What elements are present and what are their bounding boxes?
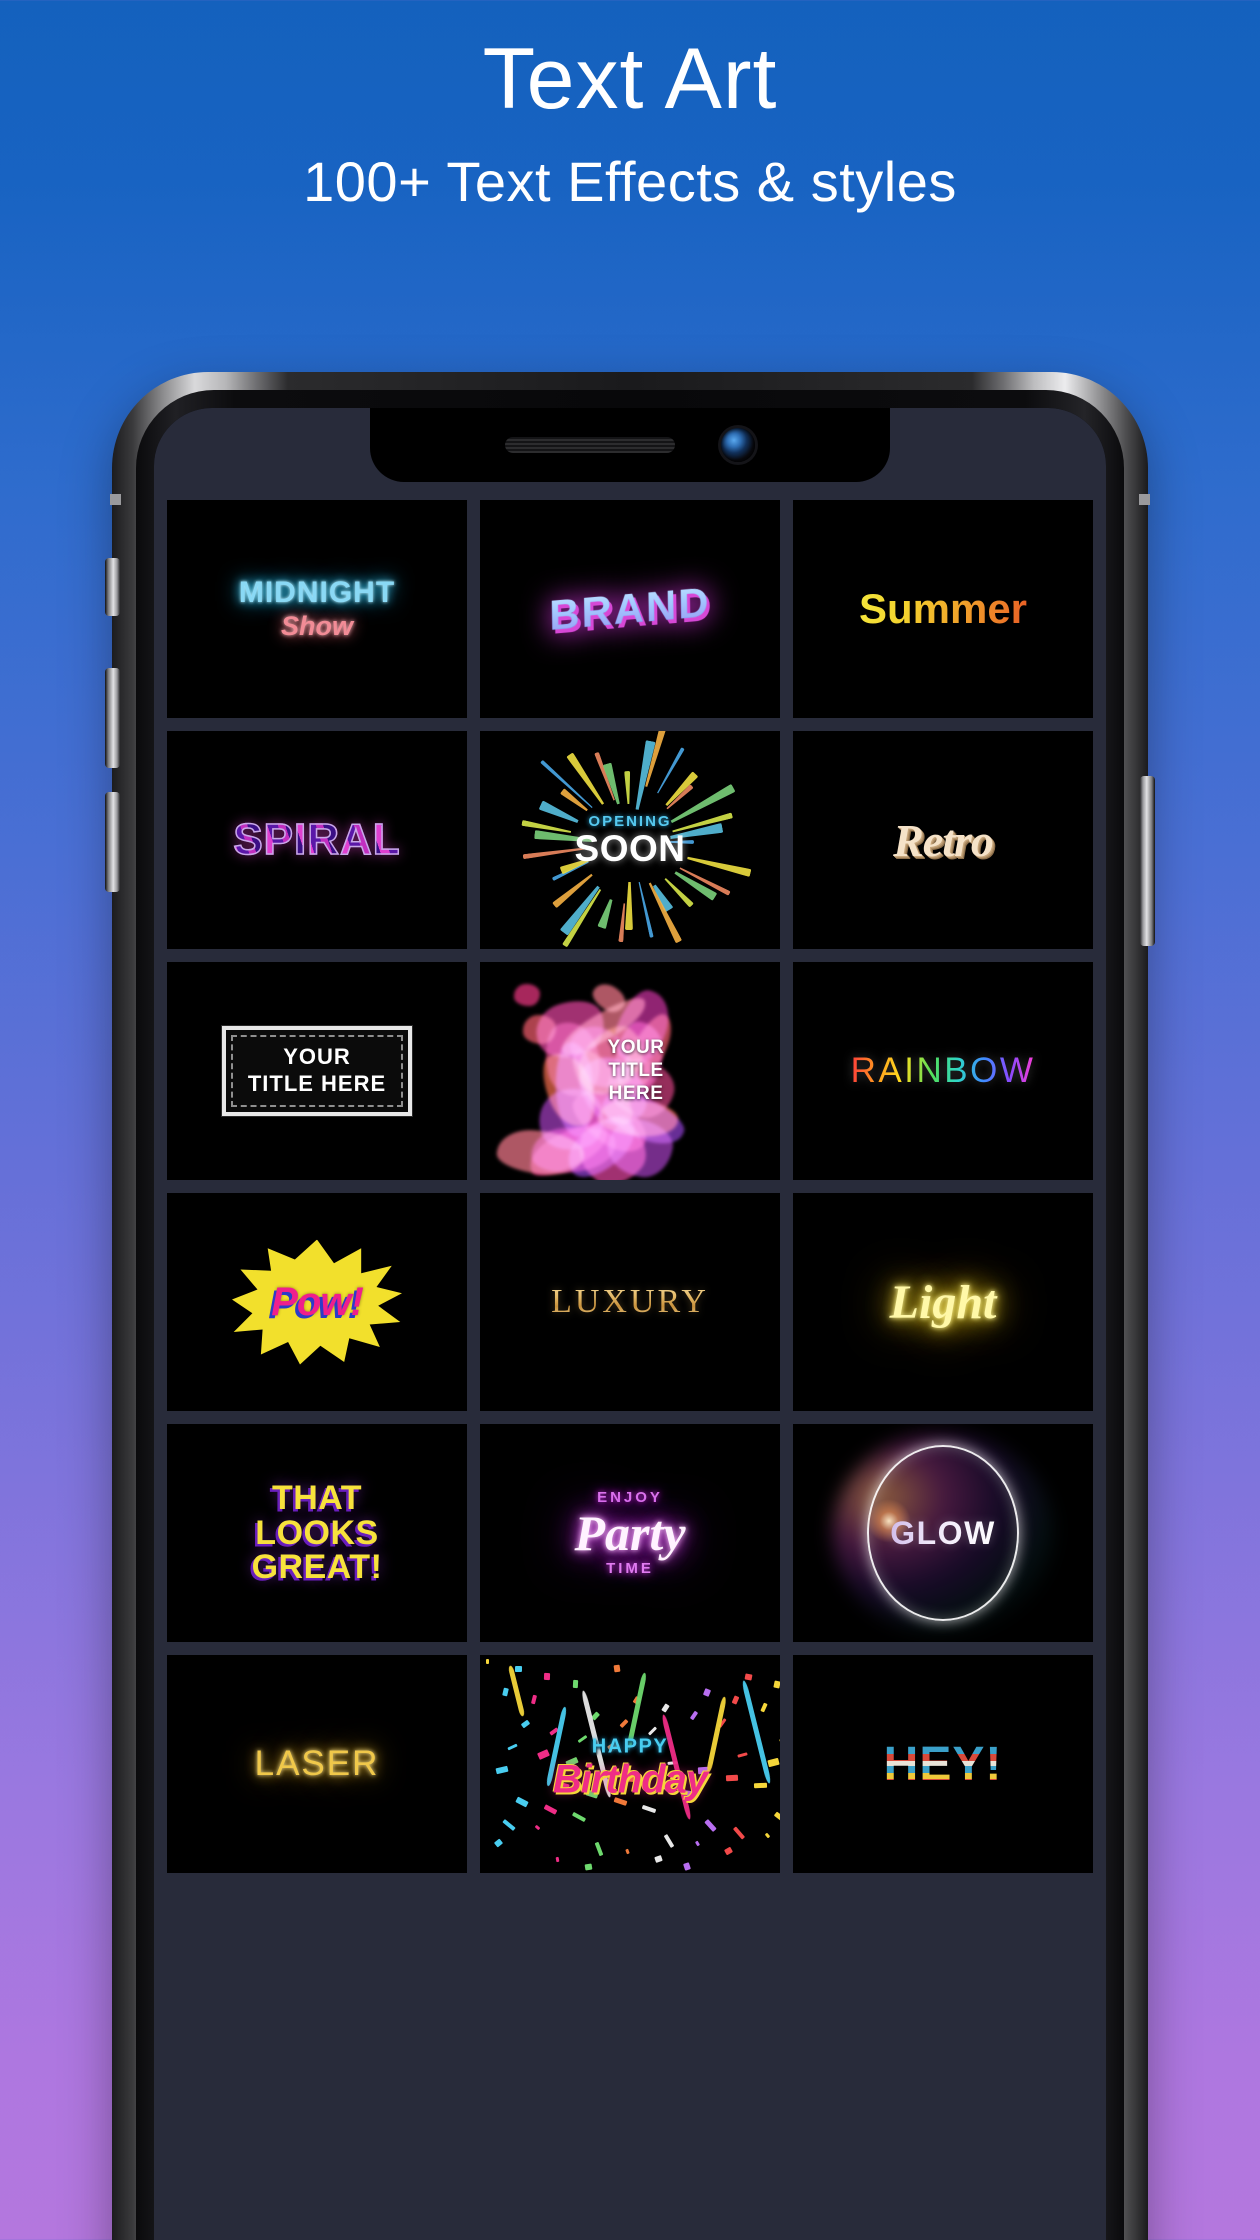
text-art-tile-your-title-here-frame[interactable]: YOUR TITLE HERE — [167, 962, 467, 1180]
ticket-frame-decoration: YOUR TITLE HERE — [221, 1026, 413, 1116]
tile-text-line1: SPIRAL — [233, 814, 401, 865]
tile-text-line1: GLOW — [890, 1514, 996, 1551]
power-button[interactable] — [1140, 776, 1155, 946]
tile-text-line1: LUXURY — [551, 1283, 709, 1320]
text-art-tile-happy-birthday[interactable]: HAPPY Birthday — [480, 1655, 780, 1873]
text-art-tile-your-title-here-splash[interactable]: YOUR TITLE HERE — [480, 962, 780, 1180]
mute-switch[interactable] — [105, 558, 120, 616]
tile-text-line1: YOUR — [607, 1036, 665, 1058]
tile-text-line1: Retro — [893, 814, 994, 866]
phone-mockup: MIDNIGHT Show BRAND Summer SPIRAL OPENIN… — [105, 372, 1155, 2240]
text-art-tile-hey[interactable]: HEY! — [793, 1655, 1093, 1873]
text-art-grid: MIDNIGHT Show BRAND Summer SPIRAL OPENIN… — [154, 500, 1106, 1873]
tile-text-line1: Pow! — [271, 1279, 364, 1324]
volume-up-button[interactable] — [105, 668, 120, 768]
tile-text-line2: Party — [574, 1505, 686, 1561]
burst-rays-decoration: OPENING SOON — [480, 731, 780, 949]
tile-text-line2: TITLE HERE — [247, 1071, 387, 1096]
text-art-tile-pow[interactable]: Pow! — [167, 1193, 467, 1411]
text-art-tile-light[interactable]: Light — [793, 1193, 1093, 1411]
tile-text-line1: THAT — [271, 1478, 363, 1517]
text-art-tile-party[interactable]: ENJOY Party TIME — [480, 1424, 780, 1642]
text-art-tile-opening-soon[interactable]: OPENING SOON — [480, 731, 780, 949]
tile-text-line1: YOUR — [283, 1044, 351, 1070]
text-art-tile-laser[interactable]: LASER — [167, 1655, 467, 1873]
text-art-tile-rainbow[interactable]: RAINBOW — [793, 962, 1093, 1180]
tile-text-line1: ENJOY — [597, 1489, 663, 1506]
tile-text-line1: LASER — [254, 1744, 380, 1783]
tile-text-line1: Summer — [858, 585, 1028, 632]
tile-text-line3: GREAT! — [251, 1548, 383, 1587]
watercolor-splash-decoration: YOUR TITLE HERE — [480, 962, 780, 1180]
volume-down-button[interactable] — [105, 792, 120, 892]
text-art-tile-summer[interactable]: Summer — [793, 500, 1093, 718]
text-art-tile-that-looks-great[interactable]: THAT LOOKS GREAT! — [167, 1424, 467, 1642]
tile-text-line2: Show — [281, 611, 353, 641]
page-subtitle: 100+ Text Effects & styles — [303, 150, 957, 213]
tile-text-line1: RAINBOW — [850, 1051, 1036, 1090]
tile-text-line2: TITLE — [608, 1059, 664, 1081]
promo-header: Text Art 100+ Text Effects & styles — [0, 0, 1260, 210]
front-camera-icon — [721, 428, 755, 462]
page-title: Text Art — [482, 31, 778, 127]
tile-text-line1: Light — [889, 1275, 997, 1329]
phone-notch — [370, 408, 890, 482]
tile-text-line2: SOON — [574, 828, 686, 869]
tile-text-line3: HERE — [608, 1082, 664, 1104]
text-art-tile-luxury[interactable]: LUXURY — [480, 1193, 780, 1411]
tile-text-line1: HEY! — [883, 1737, 1003, 1791]
tile-text-line1: HAPPY — [591, 1735, 669, 1758]
tile-text-line2: Birthday — [552, 1757, 708, 1802]
speaker-grille-icon — [505, 437, 675, 453]
text-art-tile-spiral[interactable]: SPIRAL — [167, 731, 467, 949]
text-art-tile-brand[interactable]: BRAND — [480, 500, 780, 718]
text-art-tile-retro[interactable]: Retro — [793, 731, 1093, 949]
app-content: MIDNIGHT Show BRAND Summer SPIRAL OPENIN… — [154, 408, 1106, 2240]
tile-text-line1: MIDNIGHT — [238, 576, 396, 609]
tile-text-line2: LOOKS — [255, 1513, 379, 1552]
antenna-seam-left — [110, 494, 121, 505]
text-art-tile-glow[interactable]: GLOW — [793, 1424, 1093, 1642]
tile-text-line1: BRAND — [549, 577, 711, 640]
tile-text-line3: TIME — [606, 1560, 654, 1577]
antenna-seam-right — [1139, 494, 1150, 505]
phone-screen: MIDNIGHT Show BRAND Summer SPIRAL OPENIN… — [154, 408, 1106, 2240]
confetti-decoration: HAPPY Birthday — [480, 1655, 780, 1873]
text-art-tile-midnight-show[interactable]: MIDNIGHT Show — [167, 500, 467, 718]
